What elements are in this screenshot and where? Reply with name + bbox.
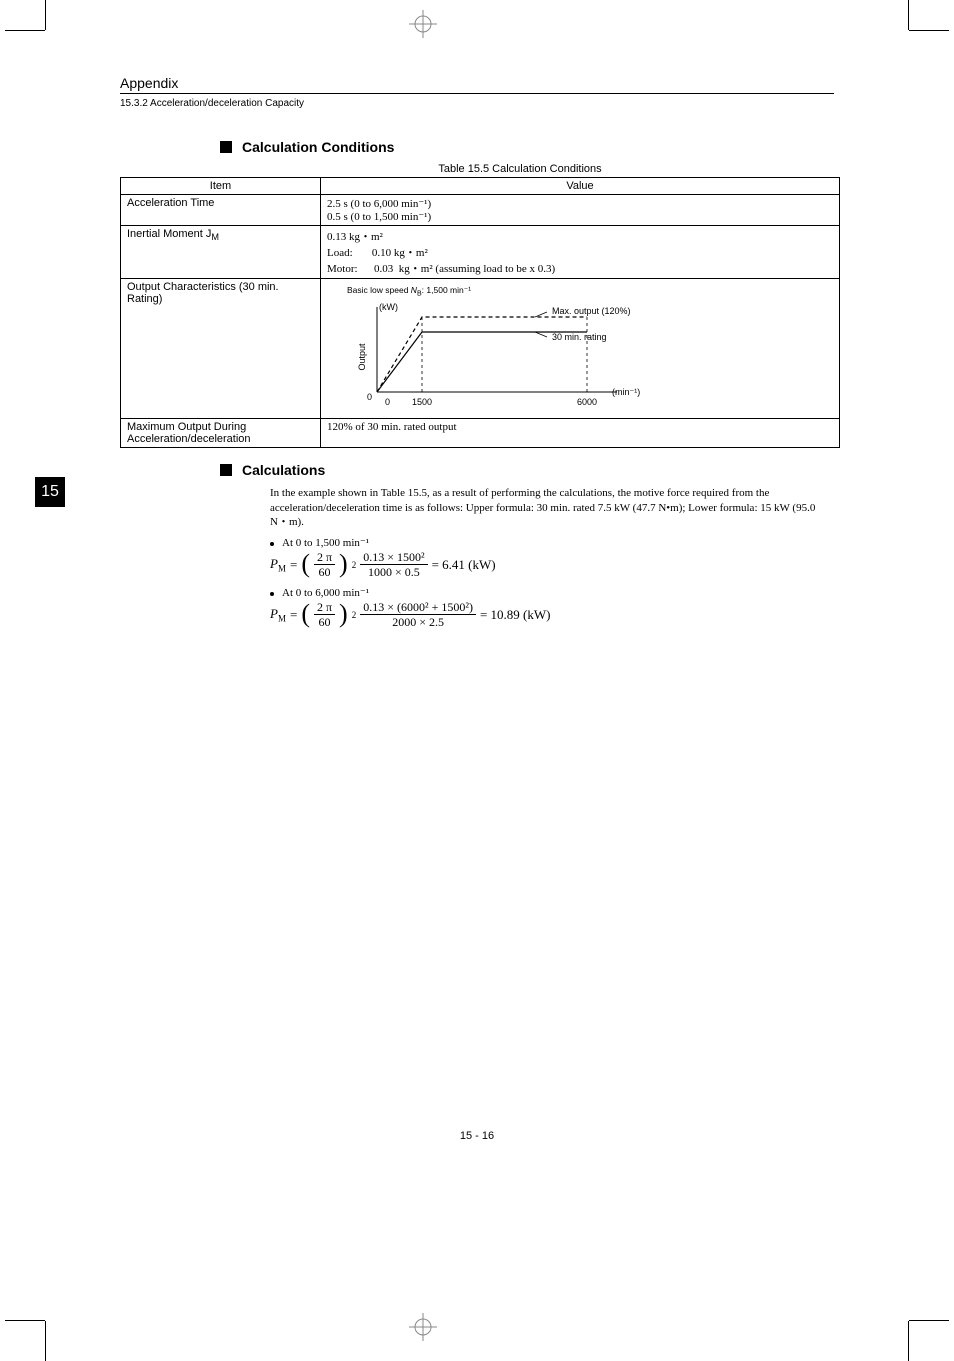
square-bullet-icon (220, 141, 232, 153)
section-heading-calculations: Calculations (220, 462, 834, 478)
bullet-2: At 0 to 6,000 min⁻¹ (270, 586, 834, 599)
row3-item: Output Characteristics (30 min. Rating) (121, 279, 321, 419)
subsection-title: 15.3.2 Acceleration/deceleration Capacit… (120, 98, 834, 109)
col-value: Value (321, 178, 840, 195)
svg-text:6000: 6000 (577, 397, 597, 407)
conditions-table: Item Value Acceleration Time 2.5 s (0 to… (120, 177, 840, 448)
output-chart: 0 (kW) 0 1500 6000 (min⁻¹) Max. output (… (347, 302, 687, 412)
svg-text:0: 0 (385, 397, 390, 407)
bullet-icon (270, 592, 274, 596)
registration-mark-bottom (409, 1313, 437, 1341)
formula-1: PM = ( 2 π60 )2 0.13 × 1500²1000 × 0.5 =… (270, 551, 834, 578)
row4-item: Maximum Output During Acceleration/decel… (121, 418, 321, 447)
svg-text:(kW): (kW) (379, 302, 398, 312)
bullet-1: At 0 to 1,500 min⁻¹ (270, 536, 834, 549)
row4-value: 120% of 30 min. rated output (321, 418, 840, 447)
table-caption: Table 15.5 Calculation Conditions (220, 163, 820, 175)
svg-text:Output: Output (357, 343, 367, 371)
calculations-intro: In the example shown in Table 15.5, as a… (270, 486, 834, 531)
svg-text:Max. output (120%): Max. output (120%) (552, 306, 631, 316)
section-heading-text: Calculations (242, 462, 325, 478)
row1-value: 2.5 s (0 to 6,000 min⁻¹) 0.5 s (0 to 1,5… (321, 195, 840, 226)
row3-value: Basic low speed NB: 1,500 min⁻¹ (321, 279, 840, 419)
row2-value: 0.13 kg・m² Load: 0.10 kg・m² Motor: 0.03 … (321, 226, 840, 279)
page-number: 15 - 16 (460, 1130, 494, 1142)
bullet-icon (270, 542, 274, 546)
svg-text:1500: 1500 (412, 397, 432, 407)
square-bullet-icon (220, 464, 232, 476)
section-heading-conditions: Calculation Conditions (220, 139, 834, 155)
row1-item: Acceleration Time (121, 195, 321, 226)
row2-item: Inertial Moment JM (121, 226, 321, 279)
section-heading-text: Calculation Conditions (242, 139, 394, 155)
svg-text:0: 0 (367, 392, 372, 402)
svg-text:(min⁻¹): (min⁻¹) (612, 387, 640, 397)
col-item: Item (121, 178, 321, 195)
svg-text:30 min. rating: 30 min. rating (552, 332, 607, 342)
formula-2: PM = ( 2 π60 )2 0.13 × (6000² + 1500²)20… (270, 601, 834, 628)
appendix-title: Appendix (120, 75, 834, 91)
